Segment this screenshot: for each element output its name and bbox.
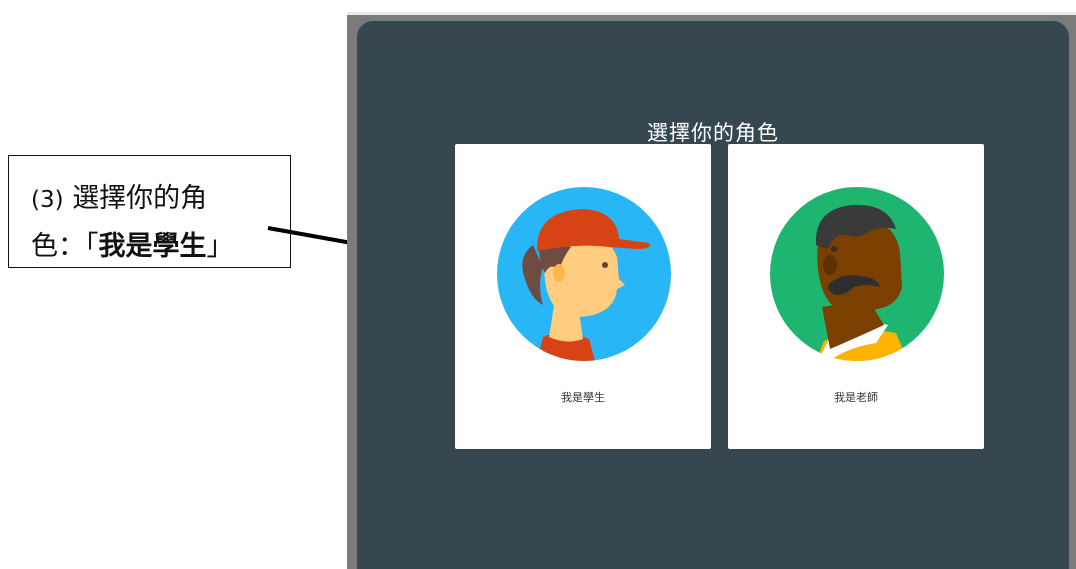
student-avatar-icon bbox=[497, 187, 671, 361]
teacher-avatar-icon bbox=[770, 187, 944, 361]
role-label-teacher: 我是老師 bbox=[834, 391, 878, 404]
dialog-title: 選擇你的角色 bbox=[647, 121, 779, 145]
frame-top-edge bbox=[347, 12, 1076, 15]
role-card-student[interactable]: 我是學生 bbox=[455, 144, 711, 449]
role-label-student: 我是學生 bbox=[561, 391, 605, 404]
role-card-teacher[interactable]: 我是老師 bbox=[728, 144, 984, 449]
role-selection-dialog: 選擇你的角色 我是學生 我是老師 bbox=[357, 21, 1069, 569]
